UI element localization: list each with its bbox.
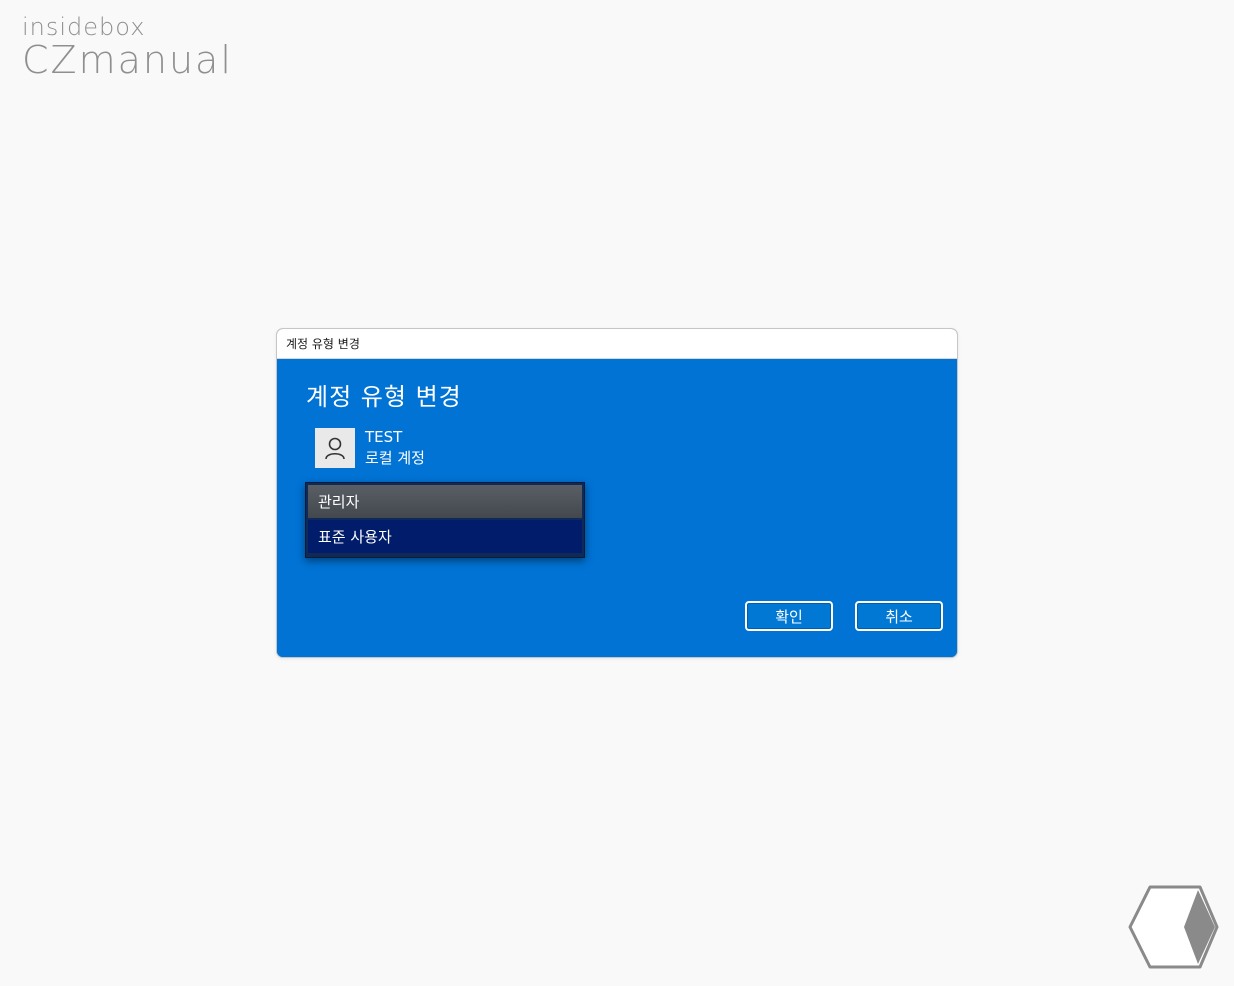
brand-main-text: CZmanual [22, 38, 233, 82]
dialog-content: 계정 유형 변경 TEST 로컬 계정 관리자 표준 사용자 확인 취소 [277, 359, 957, 657]
hexagon-logo-icon [1128, 885, 1219, 969]
ok-button[interactable]: 확인 [745, 601, 833, 631]
account-info: TEST 로컬 계정 [365, 427, 425, 469]
option-administrator[interactable]: 관리자 [308, 485, 582, 518]
brand-logo: insidebox CZmanual [22, 14, 233, 80]
cancel-button[interactable]: 취소 [855, 601, 943, 631]
account-summary: TEST 로컬 계정 [315, 428, 425, 469]
avatar [315, 428, 355, 468]
dialog-heading: 계정 유형 변경 [306, 383, 462, 411]
account-type: 로컬 계정 [365, 449, 425, 467]
user-icon [325, 437, 345, 460]
brand-top-text: insidebox [22, 13, 146, 41]
change-account-type-dialog: 계정 유형 변경 계정 유형 변경 TEST 로컬 계정 관리자 표준 사용자 … [276, 328, 958, 658]
dialog-titlebar[interactable]: 계정 유형 변경 [277, 329, 957, 359]
account-name: TEST [365, 428, 403, 446]
window-title: 계정 유형 변경 [286, 337, 360, 351]
account-type-dropdown[interactable]: 관리자 표준 사용자 [305, 482, 585, 558]
option-standard-user[interactable]: 표준 사용자 [308, 520, 582, 553]
